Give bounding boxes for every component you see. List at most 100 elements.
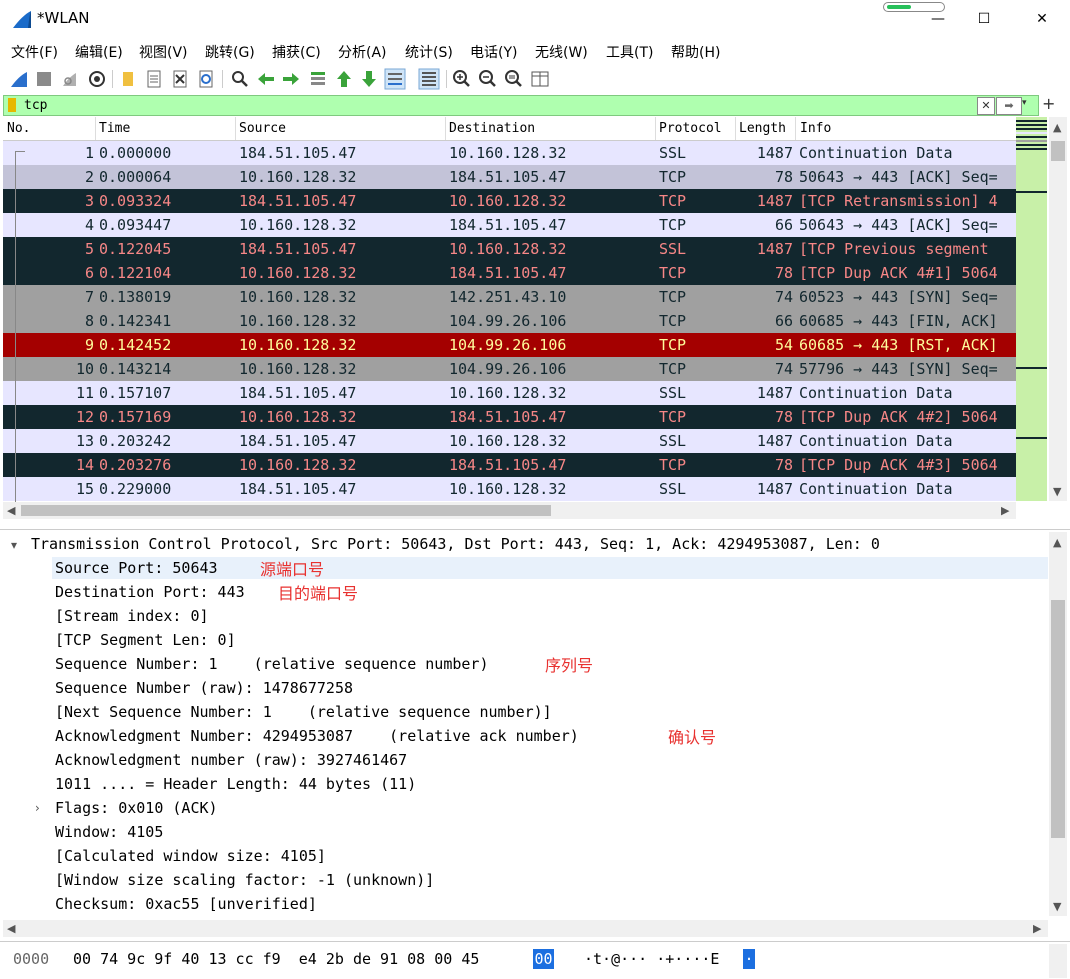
details-horizontal-scrollbar[interactable]: ◀ ▶ xyxy=(3,920,1048,937)
field-window[interactable]: Window: 4105 xyxy=(55,823,163,841)
field-flags[interactable]: Flags: 0x010 (ACK) xyxy=(55,799,218,817)
packet-row[interactable]: 13 0.203242 184.51.105.47 10.160.128.32 SSL 1… xyxy=(3,429,1016,453)
column-header-time[interactable]: Time xyxy=(99,121,130,136)
capture-options-icon[interactable] xyxy=(86,68,108,90)
go-back-icon[interactable] xyxy=(255,68,277,90)
apply-filter-button[interactable]: ➡ xyxy=(996,97,1022,115)
field-checksum[interactable]: Checksum: 0xac55 [unverified] xyxy=(55,895,317,913)
maximize-button[interactable]: ☐ xyxy=(961,4,1007,34)
bytes-vertical-scrollbar[interactable] xyxy=(1049,944,1067,978)
clear-filter-button[interactable]: ✕ xyxy=(977,97,995,115)
filter-history-dropdown[interactable]: ▾ xyxy=(1022,98,1027,108)
go-to-packet-icon[interactable] xyxy=(307,68,329,90)
minimize-button[interactable]: — xyxy=(915,4,961,34)
field-ack-number-raw[interactable]: Acknowledgment number (raw): 3927461467 xyxy=(55,751,407,769)
menu-wireless[interactable]: 无线(W) xyxy=(535,42,588,62)
tcp-tree-header[interactable]: Transmission Control Protocol, Src Port:… xyxy=(31,535,880,553)
menu-telephony[interactable]: 电话(Y) xyxy=(470,42,517,62)
packet-list-horizontal-scrollbar[interactable]: ◀ ▶ xyxy=(3,502,1016,519)
packet-row[interactable]: 3 0.093324 184.51.105.47 10.160.128.32 TCP 14… xyxy=(3,189,1016,213)
restart-capture-icon[interactable] xyxy=(59,68,81,90)
field-next-sequence-number[interactable]: [Next Sequence Number: 1 (relative seque… xyxy=(55,703,552,721)
scroll-left-arrow-icon[interactable]: ◀ xyxy=(7,504,15,517)
packet-row[interactable]: 10 0.143214 10.160.128.32 104.99.26.106 TCP 7… xyxy=(3,357,1016,381)
field-source-port[interactable]: Source Port: 50643 xyxy=(55,559,218,577)
menu-capture[interactable]: 捕获(C) xyxy=(272,42,321,62)
menu-tools[interactable]: 工具(T) xyxy=(606,42,653,62)
open-file-icon[interactable] xyxy=(117,68,139,90)
resize-columns-icon[interactable] xyxy=(529,68,551,90)
packet-row[interactable]: 9 0.142452 10.160.128.32 104.99.26.106 TCP 54… xyxy=(3,333,1016,357)
start-capture-icon[interactable] xyxy=(8,68,30,90)
bytes-hex-selected[interactable]: 00 xyxy=(533,949,554,969)
autoscroll-icon[interactable] xyxy=(384,68,406,90)
field-sequence-number-raw[interactable]: Sequence Number (raw): 1478677258 xyxy=(55,679,353,697)
packet-row[interactable]: 15 0.229000 184.51.105.47 10.160.128.32 SSL 1… xyxy=(3,477,1016,501)
column-header-protocol[interactable]: Protocol xyxy=(659,121,722,136)
bytes-ascii[interactable]: ·t·@··· ·+····E xyxy=(584,950,719,968)
go-last-icon[interactable] xyxy=(358,68,380,90)
menu-help[interactable]: 帮助(H) xyxy=(671,42,720,62)
menu-analyze[interactable]: 分析(A) xyxy=(338,42,387,62)
save-file-icon[interactable] xyxy=(143,68,165,90)
packet-list-vertical-scrollbar[interactable]: ▲ ▼ xyxy=(1049,117,1067,501)
packet-row[interactable]: 14 0.203276 10.160.128.32 184.51.105.47 TCP 7… xyxy=(3,453,1016,477)
zoom-out-icon[interactable] xyxy=(477,68,499,90)
scroll-thumb[interactable] xyxy=(21,505,551,516)
scroll-up-arrow-icon[interactable]: ▲ xyxy=(1053,121,1061,134)
bookmark-icon[interactable] xyxy=(8,98,16,112)
scroll-right-arrow-icon[interactable]: ▶ xyxy=(1001,504,1009,517)
zoom-in-icon[interactable] xyxy=(451,68,473,90)
field-stream-index[interactable]: [Stream index: 0] xyxy=(55,607,209,625)
scroll-thumb[interactable] xyxy=(1051,600,1065,838)
menu-go[interactable]: 跳转(G) xyxy=(205,42,255,62)
packet-row[interactable]: 8 0.142341 10.160.128.32 104.99.26.106 TCP 66… xyxy=(3,309,1016,333)
packet-minimap[interactable] xyxy=(1016,117,1047,501)
zoom-normal-icon[interactable] xyxy=(503,68,525,90)
scroll-up-arrow-icon[interactable]: ▲ xyxy=(1053,536,1061,549)
expand-arrow-icon[interactable]: › xyxy=(35,801,40,815)
colorize-icon[interactable] xyxy=(418,68,440,90)
column-header-source[interactable]: Source xyxy=(239,121,286,136)
scroll-down-arrow-icon[interactable]: ▼ xyxy=(1053,485,1061,498)
field-calculated-window[interactable]: [Calculated window size: 4105] xyxy=(55,847,326,865)
packet-row[interactable]: 4 0.093447 10.160.128.32 184.51.105.47 TCP 66… xyxy=(3,213,1016,237)
go-first-icon[interactable] xyxy=(333,68,355,90)
field-ack-number[interactable]: Acknowledgment Number: 4294953087 (relat… xyxy=(55,727,579,745)
column-header-info[interactable]: Info xyxy=(800,121,831,136)
find-packet-icon[interactable] xyxy=(229,68,251,90)
packet-row[interactable]: 5 0.122045 184.51.105.47 10.160.128.32 SSL 14… xyxy=(3,237,1016,261)
packet-row[interactable]: 1 0.000000 184.51.105.47 10.160.128.32 SSL 14… xyxy=(3,141,1016,165)
packet-row[interactable]: 2 0.000064 10.160.128.32 184.51.105.47 TCP 78… xyxy=(3,165,1016,189)
column-header-no[interactable]: No. xyxy=(7,121,30,136)
field-sequence-number[interactable]: Sequence Number: 1 (relative sequence nu… xyxy=(55,655,488,673)
menu-view[interactable]: 视图(V) xyxy=(139,42,188,62)
scroll-thumb[interactable] xyxy=(1051,141,1065,161)
packet-row[interactable]: 11 0.157107 184.51.105.47 10.160.128.32 SSL 1… xyxy=(3,381,1016,405)
field-destination-port[interactable]: Destination Port: 443 xyxy=(55,583,245,601)
stop-capture-icon[interactable] xyxy=(33,68,55,90)
field-segment-len[interactable]: [TCP Segment Len: 0] xyxy=(55,631,236,649)
menu-edit[interactable]: 编辑(E) xyxy=(75,42,123,62)
bytes-ascii-selected[interactable]: · xyxy=(743,949,755,969)
close-button[interactable]: ✕ xyxy=(1019,4,1065,34)
scroll-down-arrow-icon[interactable]: ▼ xyxy=(1053,900,1061,913)
add-filter-button[interactable]: + xyxy=(1042,94,1055,113)
packet-row[interactable]: 7 0.138019 10.160.128.32 142.251.43.10 TCP 74… xyxy=(3,285,1016,309)
go-forward-icon[interactable] xyxy=(280,68,302,90)
column-header-length[interactable]: Length xyxy=(739,121,786,136)
field-header-length[interactable]: 1011 .... = Header Length: 44 bytes (11) xyxy=(55,775,416,793)
display-filter-input[interactable] xyxy=(24,97,964,113)
scroll-right-arrow-icon[interactable]: ▶ xyxy=(1033,922,1041,935)
menu-statistics[interactable]: 统计(S) xyxy=(405,42,453,62)
packet-row[interactable]: 6 0.122104 10.160.128.32 184.51.105.47 TCP 78… xyxy=(3,261,1016,285)
close-file-icon[interactable] xyxy=(169,68,191,90)
field-window-scaling[interactable]: [Window size scaling factor: -1 (unknown… xyxy=(55,871,434,889)
collapse-arrow-icon[interactable]: ▾ xyxy=(11,538,17,552)
menu-file[interactable]: 文件(F) xyxy=(11,42,58,62)
details-vertical-scrollbar[interactable]: ▲ ▼ xyxy=(1049,532,1067,916)
scroll-left-arrow-icon[interactable]: ◀ xyxy=(7,922,15,935)
bytes-hex[interactable]: 00 74 9c 9f 40 13 cc f9 e4 2b de 91 08 0… xyxy=(73,950,479,968)
packet-row[interactable]: 12 0.157169 10.160.128.32 184.51.105.47 TCP 7… xyxy=(3,405,1016,429)
column-header-destination[interactable]: Destination xyxy=(449,121,535,136)
